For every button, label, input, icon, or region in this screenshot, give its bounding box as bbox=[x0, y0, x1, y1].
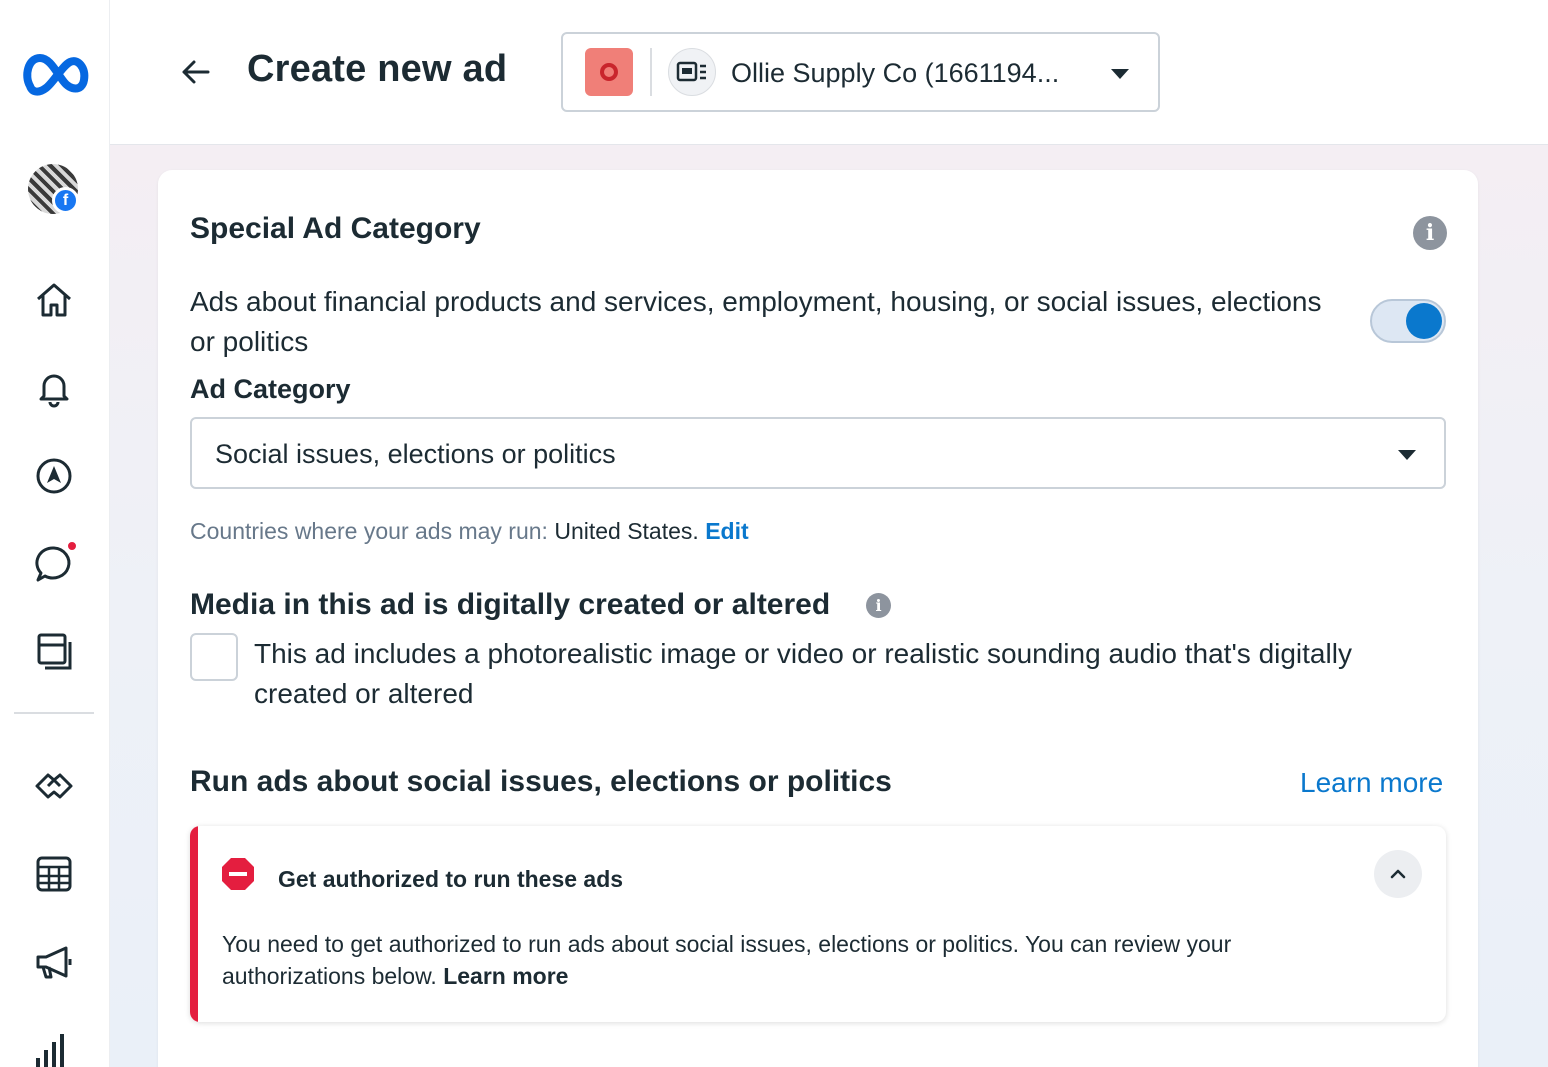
ad-account-icon bbox=[668, 48, 716, 96]
authorization-alert: Get authorized to run these ads You need… bbox=[190, 826, 1446, 1022]
top-bar: Create new ad Ollie Supply Co (1661194..… bbox=[110, 0, 1548, 145]
special-ad-description: Ads about financial products and service… bbox=[190, 286, 1322, 357]
media-altered-checkbox-label: This ad includes a photorealistic image … bbox=[254, 638, 1352, 709]
meta-logo-icon[interactable] bbox=[20, 48, 92, 100]
chevron-down-icon bbox=[1398, 450, 1416, 460]
chevron-down-icon bbox=[1111, 69, 1129, 79]
alert-learn-more-link[interactable]: Learn more bbox=[443, 963, 568, 989]
home-icon[interactable] bbox=[30, 276, 78, 324]
account-name: Ollie Supply Co (1661194... bbox=[731, 58, 1060, 88]
media-altered-title: Media in this ad is digitally created or… bbox=[190, 588, 831, 621]
countries-edit-link[interactable]: Edit bbox=[705, 518, 748, 544]
info-icon[interactable]: i bbox=[1413, 216, 1447, 250]
alert-body-text: You need to get authorized to run ads ab… bbox=[222, 931, 1232, 989]
megaphone-icon[interactable] bbox=[30, 938, 78, 986]
ad-category-select[interactable]: Social issues, elections or politics bbox=[190, 417, 1446, 489]
countries-prefix: Countries where your ads may run: bbox=[190, 518, 548, 544]
ad-category-label: Ad Category bbox=[190, 374, 351, 404]
page-title: Create new ad bbox=[247, 48, 508, 90]
learn-more-link[interactable]: Learn more bbox=[1300, 767, 1443, 799]
handshake-icon[interactable] bbox=[30, 762, 78, 810]
collapse-button[interactable] bbox=[1374, 850, 1422, 898]
run-ads-title: Run ads about social issues, elections o… bbox=[190, 765, 892, 798]
stop-icon bbox=[221, 857, 255, 891]
navigation-icon[interactable] bbox=[30, 452, 78, 500]
facebook-badge-icon: f bbox=[52, 187, 79, 214]
special-ad-toggle[interactable] bbox=[1370, 299, 1446, 343]
alert-title: Get authorized to run these ads bbox=[278, 866, 624, 892]
ad-category-value: Social issues, elections or politics bbox=[215, 439, 616, 469]
alert-body: You need to get authorized to run ads ab… bbox=[222, 928, 1342, 992]
pages-icon[interactable] bbox=[30, 628, 78, 676]
special-ad-category-title: Special Ad Category bbox=[190, 212, 481, 245]
calendar-table-icon[interactable] bbox=[30, 850, 78, 898]
info-icon[interactable]: i bbox=[866, 593, 891, 618]
account-separator bbox=[650, 48, 652, 96]
bar-chart-icon[interactable] bbox=[30, 1026, 78, 1067]
account-logo-icon bbox=[585, 48, 633, 96]
sidebar: f bbox=[0, 0, 110, 1067]
media-altered-checkbox[interactable] bbox=[190, 633, 238, 681]
back-arrow-icon[interactable] bbox=[176, 52, 216, 92]
chevron-up-icon bbox=[1390, 869, 1406, 879]
sidebar-divider bbox=[14, 712, 94, 714]
toggle-knob bbox=[1406, 303, 1442, 339]
countries-line: Countries where your ads may run: United… bbox=[190, 518, 749, 545]
notification-dot bbox=[66, 540, 78, 552]
bell-icon[interactable] bbox=[30, 364, 78, 412]
alert-error-bar bbox=[190, 826, 198, 1022]
countries-value: United States. bbox=[554, 518, 699, 544]
ad-account-selector[interactable]: Ollie Supply Co (1661194... bbox=[561, 32, 1160, 112]
